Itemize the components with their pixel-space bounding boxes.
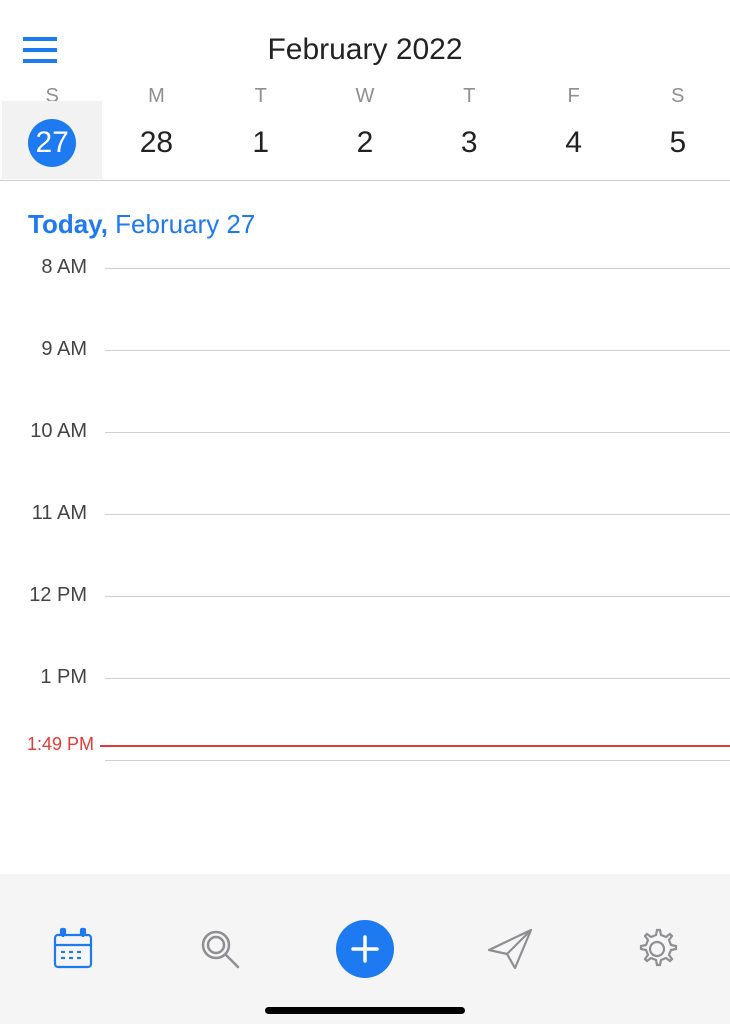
gear-icon [633, 925, 681, 973]
day-letter: S [626, 85, 730, 108]
page-title: February 2022 [0, 33, 730, 67]
week-strip: S M T W T F S 27 28 1 2 3 4 5 [0, 80, 730, 181]
date-num: 4 [565, 126, 582, 160]
send-button[interactable] [480, 919, 540, 979]
date-cell-1[interactable]: 1 [209, 126, 313, 160]
date-cell-5[interactable]: 5 [626, 126, 730, 160]
now-rule [100, 745, 730, 747]
hour-label: 9 AM [0, 338, 95, 361]
date-num: 3 [461, 126, 478, 160]
dates-row: 27 28 1 2 3 4 5 [0, 126, 730, 160]
bottom-toolbar [0, 874, 730, 1024]
hour-line [105, 596, 730, 597]
search-button[interactable] [190, 919, 250, 979]
day-letter: W [313, 85, 417, 108]
hour-row: 1 PM [0, 678, 730, 760]
date-cell-28[interactable]: 28 [104, 126, 208, 160]
date-cell-2[interactable]: 2 [313, 126, 417, 160]
hour-row: 8 AM [0, 268, 730, 350]
hour-label: 10 AM [0, 420, 95, 443]
hour-row: 12 PM [0, 596, 730, 678]
calendar-button[interactable] [43, 919, 103, 979]
hour-line [105, 432, 730, 433]
hour-line [105, 514, 730, 515]
date-num: 5 [669, 126, 686, 160]
date-cell-4[interactable]: 4 [521, 126, 625, 160]
date-cell-27[interactable]: 27 [0, 126, 104, 160]
menu-icon [23, 37, 57, 63]
calendar-icon [49, 925, 97, 973]
hour-line [105, 760, 730, 761]
day-letter: T [417, 85, 521, 108]
hours-grid: 8 AM 9 AM 10 AM 11 AM 12 PM 1 PM 1:49 PM [0, 268, 730, 760]
hour-line [105, 350, 730, 351]
day-letter: F [521, 85, 625, 108]
date-num: 28 [140, 126, 173, 160]
paper-plane-icon [485, 924, 535, 974]
home-indicator[interactable] [265, 1007, 465, 1014]
search-icon [196, 925, 244, 973]
day-letter: M [104, 85, 208, 108]
hour-row: 9 AM [0, 350, 730, 432]
hour-label: 11 AM [0, 502, 95, 525]
date-cell-3[interactable]: 3 [417, 126, 521, 160]
today-label: Today, [28, 209, 108, 239]
plus-icon [350, 934, 380, 964]
now-time-label: 1:49 PM [0, 734, 100, 755]
menu-button[interactable] [20, 30, 60, 70]
day-letters-row: S M T W T F S [0, 85, 730, 108]
hour-line [105, 678, 730, 679]
hour-row: 11 AM [0, 514, 730, 596]
date-num: 1 [252, 126, 269, 160]
date-num: 2 [357, 126, 374, 160]
agenda-date: February 27 [115, 209, 255, 239]
add-event-button[interactable] [336, 920, 394, 978]
hour-line [105, 268, 730, 269]
agenda-area[interactable]: Today, February 27 8 AM 9 AM 10 AM 11 AM… [0, 181, 730, 874]
hour-label: 12 PM [0, 584, 95, 607]
agenda-title: Today, February 27 [0, 181, 730, 258]
hour-row: 10 AM [0, 432, 730, 514]
settings-button[interactable] [627, 919, 687, 979]
day-letter: T [209, 85, 313, 108]
date-num: 27 [35, 126, 68, 160]
hour-label: 8 AM [0, 256, 95, 279]
hour-label: 1 PM [0, 666, 95, 689]
